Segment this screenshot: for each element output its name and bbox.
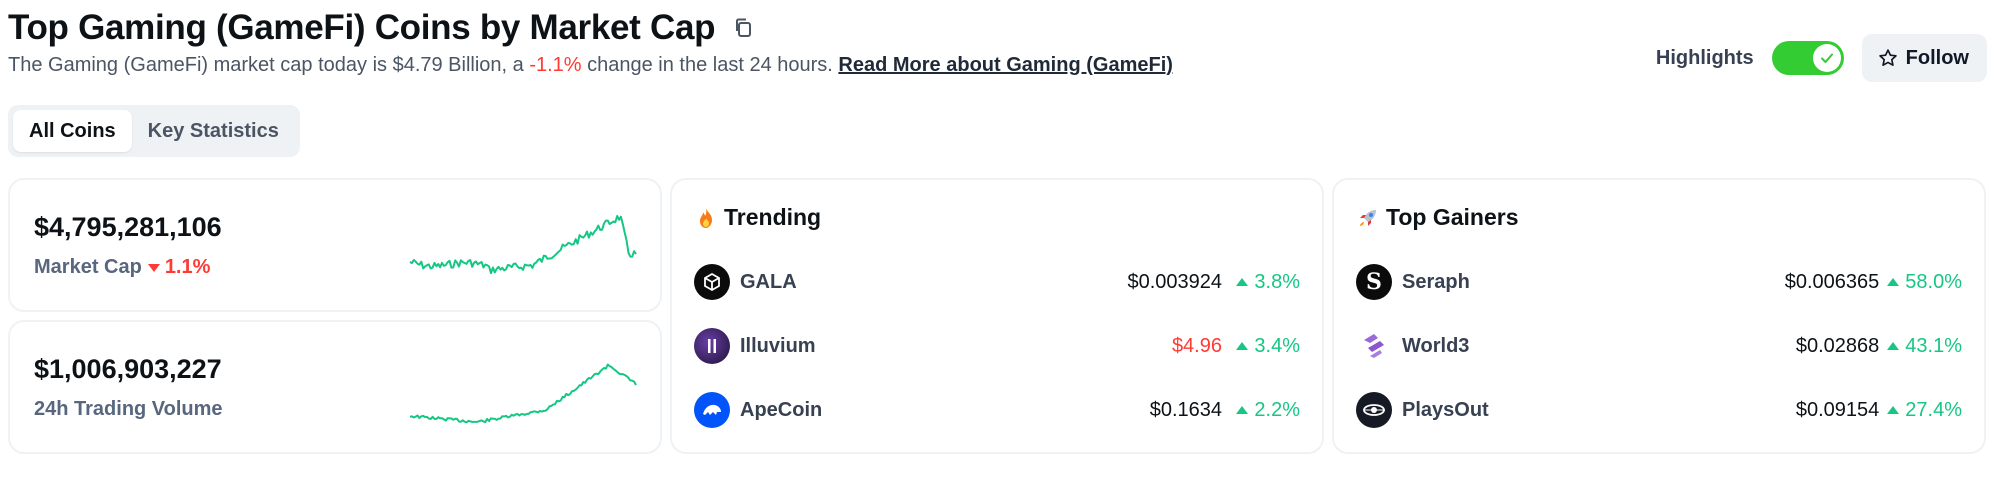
read-more-link[interactable]: Read More about Gaming (GameFi) [838, 54, 1172, 76]
seraph-logo-icon: S [1356, 264, 1392, 300]
trending-coin-change: 3.4% [1230, 335, 1300, 358]
highlights-toggle[interactable] [1771, 41, 1844, 75]
page: Top Gaming (GameFi) Coins by Market Cap … [0, 0, 1999, 490]
world3-logo-icon [1356, 328, 1392, 364]
page-title: Top Gaming (GameFi) Coins by Market Cap [8, 8, 716, 47]
gainer-coin-change-value: 27.4% [1905, 398, 1962, 421]
page-subtitle: The Gaming (GameFi) market cap today is … [8, 52, 1173, 78]
market-cap-change: 1.1% [147, 256, 211, 279]
gainer-coin-price: $0.006365 [1784, 270, 1880, 293]
subtitle-prefix: The Gaming (GameFi) market cap today is … [8, 54, 530, 76]
trending-row-illuvium[interactable]: Illuvium $4.96 3.4% [694, 326, 1300, 366]
gainer-row-seraph[interactable]: S Seraph $0.006365 58.0% [1356, 262, 1962, 302]
top-gainers-card: Top Gainers S Seraph $0.006365 58.0% Wor… [1332, 178, 1986, 454]
caret-up-icon [1887, 406, 1900, 414]
trending-coin-name: Illuvium [740, 334, 816, 357]
trending-row-apecoin[interactable]: ApeCoin $0.1634 2.2% [694, 390, 1300, 430]
caret-up-icon [1887, 342, 1900, 350]
trending-title-label: Trending [724, 204, 822, 230]
subtitle-suffix: change in the last 24 hours. [581, 54, 839, 76]
trending-title[interactable]: Trending [694, 204, 821, 231]
market-cap-value: $4,795,281,106 [34, 212, 222, 242]
gainer-row-playsout[interactable]: PlaysOut $0.09154 27.4% [1356, 390, 1962, 430]
trading-volume-label-row: 24h Trading Volume [34, 398, 223, 421]
market-cap-label-row: Market Cap 1.1% [34, 256, 210, 279]
market-cap-card: $4,795,281,106 Market Cap 1.1% [8, 178, 662, 312]
gainer-coin-change-value: 43.1% [1905, 334, 1962, 357]
copy-icon[interactable] [733, 17, 755, 39]
trending-coin-price: $4.96 [1171, 334, 1222, 357]
toggle-knob [1812, 44, 1841, 72]
top-gainers-title-label: Top Gainers [1386, 204, 1519, 230]
caret-up-icon [1887, 278, 1900, 286]
apecoin-logo-icon [694, 392, 730, 428]
trending-coin-name: ApeCoin [740, 398, 823, 421]
check-icon [1820, 53, 1833, 63]
view-tabs: All Coins Key Statistics [8, 105, 300, 157]
trading-volume-card: $1,006,903,227 24h Trading Volume [8, 320, 662, 454]
trending-coin-change: 2.2% [1230, 399, 1300, 422]
gainer-coin-change-value: 58.0% [1905, 270, 1962, 293]
rocket-icon [1360, 209, 1376, 226]
caret-up-icon [1236, 406, 1249, 414]
illuvium-logo-icon [694, 328, 730, 364]
trading-volume-value: $1,006,903,227 [34, 354, 222, 384]
trending-coin-change-value: 2.2% [1254, 398, 1300, 421]
gainer-coin-name: Seraph [1402, 270, 1470, 293]
trading-volume-sparkline [409, 363, 637, 424]
gainer-coin-price: $0.02868 [1795, 334, 1880, 357]
tab-key-statistics[interactable]: Key Statistics [132, 110, 295, 152]
playsout-logo-icon [1356, 392, 1392, 428]
trending-coin-change: 3.8% [1230, 271, 1300, 294]
follow-button[interactable]: Follow [1861, 34, 1987, 82]
gainer-coin-price: $0.09154 [1795, 398, 1880, 421]
gainer-coin-change: 43.1% [1887, 335, 1962, 358]
header-controls: Highlights Follow [1656, 34, 1987, 82]
trading-volume-label: 24h Trading Volume [34, 398, 223, 420]
top-gainers-title[interactable]: Top Gainers [1356, 204, 1519, 231]
trending-row-gala[interactable]: GALA $0.003924 3.8% [694, 262, 1300, 302]
trending-coin-price: $0.1634 [1149, 398, 1222, 421]
caret-up-icon [1236, 342, 1249, 350]
trending-coin-name: GALA [740, 270, 797, 293]
gainer-coin-name: World3 [1402, 334, 1470, 357]
trending-coin-change-value: 3.4% [1254, 334, 1300, 357]
gainer-coin-name: PlaysOut [1402, 398, 1489, 421]
fire-icon [700, 207, 712, 228]
caret-down-icon [147, 263, 160, 272]
highlights-label: Highlights [1655, 46, 1754, 69]
gainer-coin-change: 58.0% [1887, 271, 1962, 294]
subtitle-change: -1.1% [529, 54, 582, 76]
follow-label: Follow [1905, 46, 1969, 69]
trending-card: Trending GALA $0.003924 3.8% Illuvium $4 [670, 178, 1324, 454]
star-icon [1878, 49, 1897, 66]
market-cap-label: Market Cap [34, 256, 142, 278]
title-row: Top Gaming (GameFi) Coins by Market Cap [8, 8, 755, 48]
market-cap-change-value: 1.1% [164, 256, 211, 278]
trending-coin-price: $0.003924 [1127, 270, 1222, 293]
gala-logo-icon [694, 264, 730, 300]
market-cap-sparkline [409, 215, 637, 275]
tab-all-coins[interactable]: All Coins [13, 110, 132, 152]
caret-up-icon [1236, 278, 1249, 286]
trending-coin-change-value: 3.8% [1254, 270, 1300, 293]
gainer-row-world3[interactable]: World3 $0.02868 43.1% [1356, 326, 1962, 366]
gainer-coin-change: 27.4% [1887, 399, 1962, 422]
